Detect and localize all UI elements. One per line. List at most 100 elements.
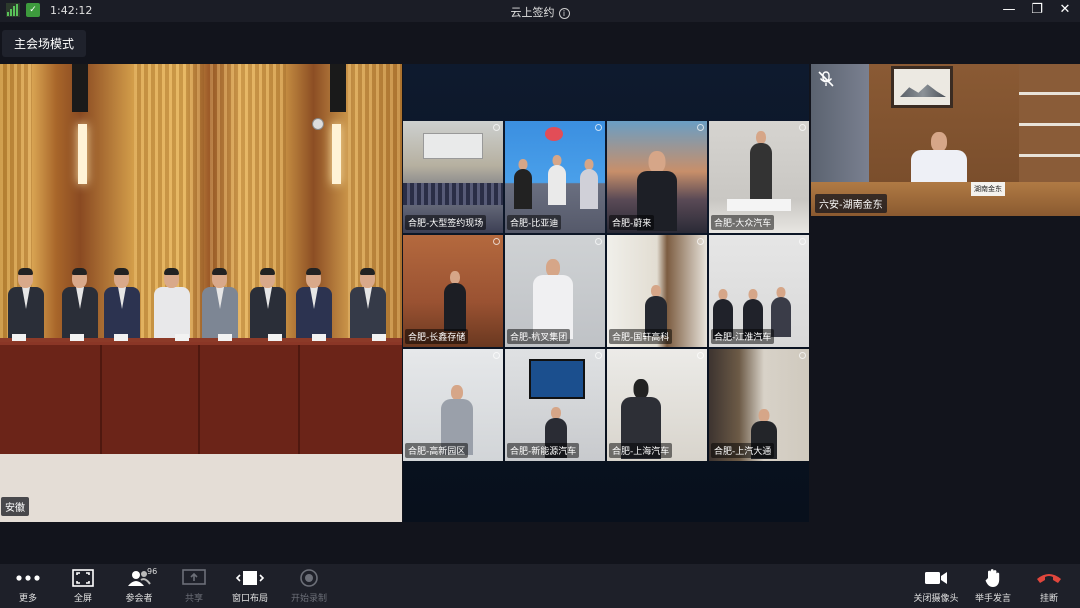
more-button[interactable]: 更多: [0, 568, 56, 604]
venue-tile[interactable]: 合肥-新能源汽车: [505, 349, 605, 461]
venue-tile-label: 合肥-长鑫存储: [405, 329, 469, 344]
more-label: 更多: [18, 594, 37, 604]
main-venue-video[interactable]: 安徽: [0, 64, 402, 522]
venue-tile-label: 合肥-杭叉集团: [507, 329, 571, 344]
maximize-icon[interactable]: ❐: [1030, 2, 1044, 17]
secondary-venue-label: 六安-湖南金东: [815, 194, 887, 213]
hangup-label: 挂断: [1039, 594, 1058, 604]
record-icon: [281, 568, 337, 588]
venue-tile[interactable]: 合肥-上海汽车: [607, 349, 707, 461]
record-button[interactable]: 开始录制: [281, 568, 337, 604]
main-venue-mode-button[interactable]: 主会场模式: [2, 30, 87, 57]
window-title: 云上签约: [510, 6, 555, 19]
venue-tile[interactable]: 合肥-杭叉集团: [505, 235, 605, 347]
minimize-icon[interactable]: —: [1002, 2, 1016, 17]
fullscreen-label: 全屏: [73, 594, 92, 604]
venue-tile[interactable]: 合肥-高新园区: [403, 349, 503, 461]
nameplate: [114, 334, 128, 341]
share-label: 共享: [184, 594, 203, 604]
nameplate: [372, 334, 386, 341]
venue-tile-label: 合肥-上海汽车: [609, 443, 673, 458]
fullscreen-icon: [55, 568, 111, 588]
venue-tile[interactable]: 合肥-比亚迪: [505, 121, 605, 233]
hangup-button[interactable]: 挂断: [1021, 568, 1077, 604]
mode-button-label: 主会场模式: [14, 37, 75, 51]
participants-icon: [111, 568, 167, 588]
tile-settings-icon[interactable]: [697, 124, 704, 131]
venue-tile-label: 合肥-江淮汽车: [711, 329, 775, 344]
nameplate: [12, 334, 26, 341]
tile-settings-icon[interactable]: [697, 238, 704, 245]
tile-settings-icon[interactable]: [697, 352, 704, 359]
layout-icon: [222, 568, 278, 588]
tile-settings-icon[interactable]: [493, 238, 500, 245]
record-label: 开始录制: [290, 594, 327, 604]
participants-label: 参会者: [125, 594, 153, 604]
venue-tile[interactable]: 合肥-上汽大通: [709, 349, 809, 461]
desk-paper: [727, 199, 791, 211]
nameplate: [312, 334, 326, 341]
camera-icon: [908, 568, 964, 588]
meeting-toolbar: 更多 全屏 96 参会者 共享 窗口布局 开始录制 关闭摄像头 举手发言 挂断: [0, 564, 1080, 608]
venue-tile[interactable]: 合肥-长鑫存储: [403, 235, 503, 347]
layout-label: 窗口布局: [231, 594, 268, 604]
mic-muted-icon: [818, 71, 834, 87]
raise-hand-label: 举手发言: [974, 594, 1011, 604]
venue-tile[interactable]: 合肥-蔚来: [607, 121, 707, 233]
info-icon[interactable]: i: [558, 7, 570, 19]
wall-lamp: [78, 124, 87, 184]
camera-off-label: 关闭摄像头: [913, 594, 959, 604]
speaker: [330, 64, 346, 112]
venue-tile-label: 合肥-大型签约现场: [405, 215, 487, 230]
remote-venues-grid: 合肥-大型签约现场 合肥-比亚迪 合肥-蔚来 合肥-大众汽车 合肥-长鑫存储 合…: [403, 64, 809, 522]
venue-tile-label: 合肥-蔚来: [609, 215, 655, 230]
hangup-icon: [1021, 568, 1077, 588]
venue-tile[interactable]: 合肥-江淮汽车: [709, 235, 809, 347]
tile-settings-icon[interactable]: [595, 352, 602, 359]
fullscreen-button[interactable]: 全屏: [55, 568, 111, 604]
venue-tile[interactable]: 合肥-国轩高科: [607, 235, 707, 347]
nameplate: [268, 334, 282, 341]
wall-painting: [891, 66, 953, 108]
venue-tile-label: 合肥-大众汽车: [711, 215, 775, 230]
close-icon[interactable]: ✕: [1058, 2, 1072, 17]
floor: [0, 454, 402, 522]
window-title-wrap: 云上签约 i: [0, 4, 1080, 20]
nameplate: [175, 334, 189, 341]
venue-tile-label: 合肥-高新园区: [405, 443, 469, 458]
venue-tile[interactable]: 合肥-大型签约现场: [403, 121, 503, 233]
raise-hand-icon: [965, 568, 1021, 588]
share-icon: [166, 568, 222, 588]
title-bar: ✓ 1:42:12 云上签约 i — ❐ ✕: [0, 0, 1080, 22]
bookshelf: [1019, 64, 1080, 184]
camera-off-button[interactable]: 关闭摄像头: [908, 568, 964, 604]
conference-table: [0, 342, 402, 457]
byd-logo: [545, 127, 563, 141]
tile-settings-icon[interactable]: [799, 238, 806, 245]
raise-hand-button[interactable]: 举手发言: [965, 568, 1021, 604]
wall-lamp: [332, 124, 341, 184]
secondary-venue-video[interactable]: 湖南金东 六安-湖南金东: [811, 64, 1080, 216]
wall-clock: [312, 118, 324, 130]
participants-button[interactable]: 96 参会者: [111, 567, 167, 604]
tile-settings-icon[interactable]: [595, 238, 602, 245]
venue-tile-label: 合肥-新能源汽车: [507, 443, 580, 458]
tile-settings-icon[interactable]: [493, 124, 500, 131]
tile-settings-icon[interactable]: [493, 352, 500, 359]
desk-nameplate: 湖南金东: [971, 182, 1005, 196]
tile-settings-icon[interactable]: [799, 352, 806, 359]
venue-tile[interactable]: 合肥-大众汽车: [709, 121, 809, 233]
venue-tile-label: 合肥-国轩高科: [609, 329, 673, 344]
venue-stage: [423, 133, 483, 159]
layout-button[interactable]: 窗口布局: [222, 568, 278, 604]
venue-tile-label: 合肥-上汽大通: [711, 443, 775, 458]
tile-settings-icon[interactable]: [799, 124, 806, 131]
empty-video-area: [811, 216, 1080, 522]
tile-settings-icon[interactable]: [595, 124, 602, 131]
wall-screen: [529, 359, 585, 399]
speaker: [72, 64, 88, 112]
participant-count: 96: [147, 567, 158, 576]
venue-tile-label: 合肥-比亚迪: [507, 215, 562, 230]
more-icon: [0, 568, 56, 588]
share-button[interactable]: 共享: [166, 568, 222, 604]
